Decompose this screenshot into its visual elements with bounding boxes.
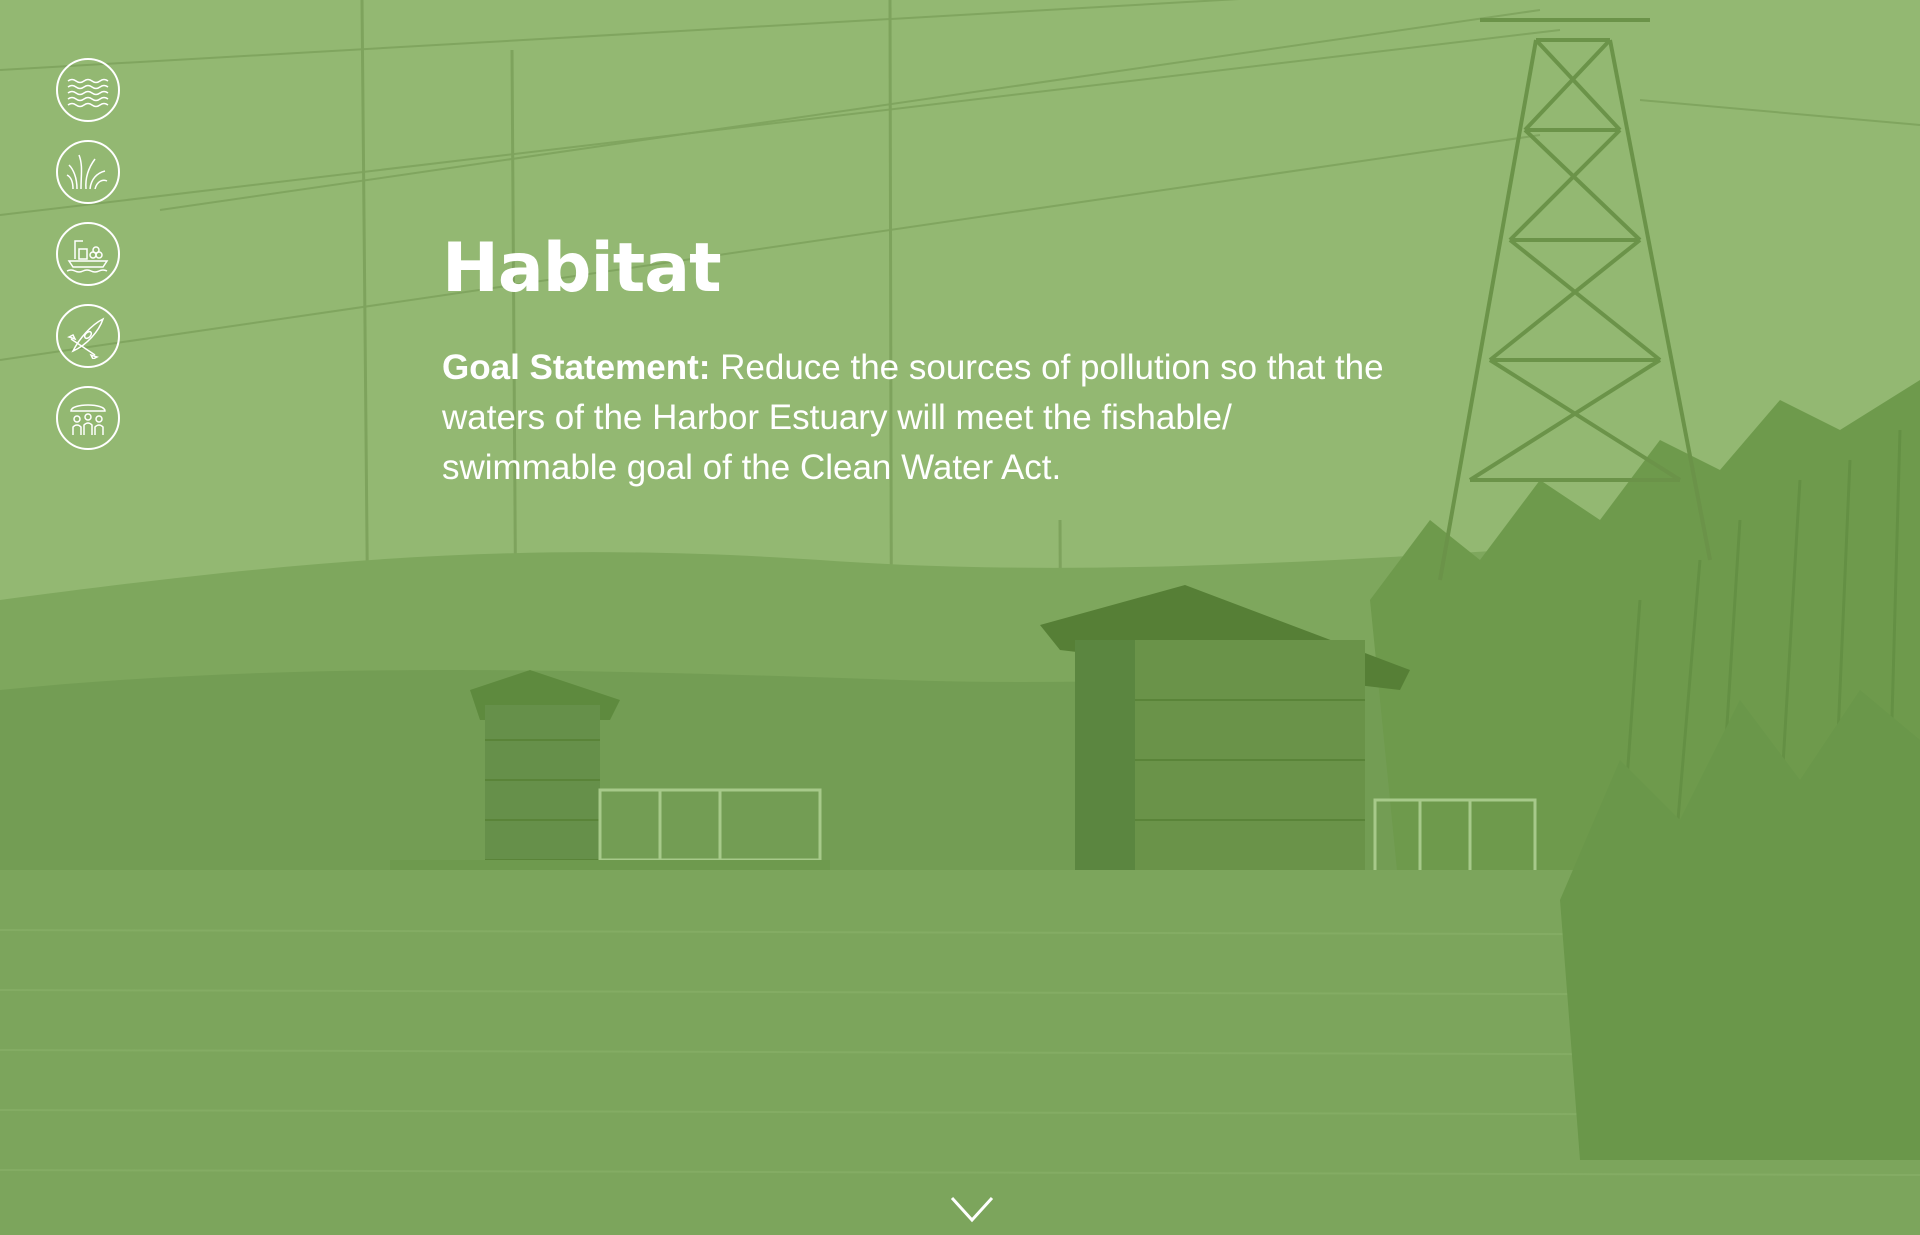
goal-label: Goal Statement: xyxy=(442,347,711,387)
nav-recreation[interactable] xyxy=(56,304,120,368)
section-content: Habitat Goal Statement: Reduce the sourc… xyxy=(442,229,1402,493)
goal-statement: Goal Statement: Reduce the sources of po… xyxy=(442,343,1402,493)
community-people-icon xyxy=(70,404,106,435)
nav-community[interactable] xyxy=(56,386,120,450)
hero-section: Habitat Goal Statement: Reduce the sourc… xyxy=(0,0,1920,1235)
background-photo xyxy=(0,0,1920,1235)
scroll-down-button[interactable] xyxy=(948,1192,996,1226)
nav-port[interactable] xyxy=(56,222,120,286)
water-waves-icon xyxy=(67,78,109,108)
page-title: Habitat xyxy=(442,229,722,308)
port-industry-icon xyxy=(66,240,109,273)
category-nav xyxy=(56,58,126,468)
chevron-down-icon xyxy=(950,1196,994,1223)
nav-habitat[interactable] xyxy=(56,140,120,204)
kayak-paddle-icon xyxy=(67,317,105,359)
grass-icon xyxy=(66,154,108,190)
nav-water[interactable] xyxy=(56,58,120,122)
